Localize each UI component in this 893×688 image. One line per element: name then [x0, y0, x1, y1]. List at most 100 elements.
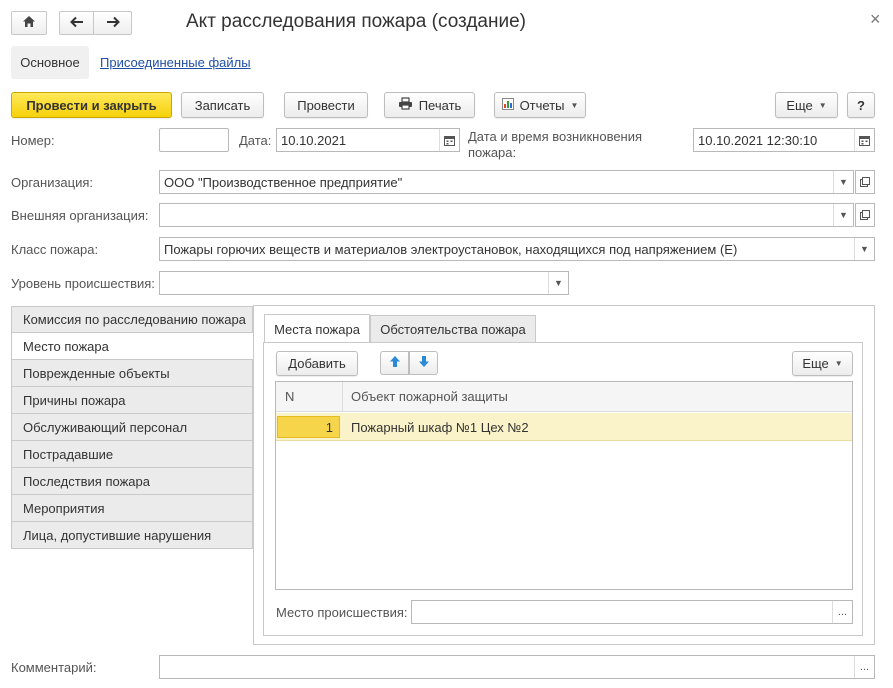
fire-datetime-label-line2: пожара:	[468, 145, 517, 160]
organization-value: ООО "Производственное предприятие"	[164, 174, 403, 190]
side-tab-item[interactable]: Обслуживающий персонал	[11, 414, 253, 441]
select-button[interactable]: ...	[832, 601, 852, 623]
forward-button[interactable]	[93, 11, 132, 35]
help-label: ?	[857, 97, 865, 113]
chevron-down-icon: ▼	[570, 100, 579, 110]
open-organization-button[interactable]	[855, 170, 875, 194]
home-icon	[22, 15, 36, 31]
fire-datetime-label-line1: Дата и время возникновения	[468, 129, 643, 144]
side-tab-label: Мероприятия	[23, 500, 105, 516]
printer-icon	[398, 97, 413, 113]
chevron-down-icon[interactable]: ▼	[854, 238, 874, 260]
save-button[interactable]: Записать	[181, 92, 264, 118]
tab-fire-circumstances-label: Обстоятельства пожара	[380, 322, 526, 337]
side-tab-label: Поврежденные объекты	[23, 365, 170, 381]
calendar-icon[interactable]	[439, 129, 459, 151]
fire-datetime-label: Дата и время возникновения пожара:	[468, 129, 642, 161]
open-external-org-button[interactable]	[855, 203, 875, 227]
comment-label: Комментарий:	[11, 660, 97, 675]
cell-n-value: 1	[325, 419, 333, 435]
open-link-icon	[860, 175, 870, 190]
number-field[interactable]	[159, 128, 229, 152]
arrow-up-icon	[389, 355, 401, 371]
arrow-left-icon	[69, 16, 84, 31]
side-tab-label: Последствия пожара	[23, 473, 150, 489]
column-header-object[interactable]: Объект пожарной защиты	[343, 382, 852, 412]
comment-field[interactable]: ...	[159, 655, 875, 679]
side-tab-label: Причины пожара	[23, 392, 126, 408]
chevron-down-icon: ▼	[818, 100, 827, 110]
arrow-right-icon	[106, 16, 120, 31]
incident-level-label: Уровень происшествия:	[11, 276, 155, 291]
date-field[interactable]: 10.10.2021	[276, 128, 460, 152]
move-down-button[interactable]	[409, 351, 438, 375]
back-button[interactable]	[59, 11, 93, 35]
side-tab-label: Место пожара	[23, 338, 109, 354]
side-tab-label: Комиссия по расследованию пожара	[23, 312, 246, 327]
post-and-close-button[interactable]: Провести и закрыть	[11, 92, 172, 118]
side-tab-item[interactable]: Пострадавшие	[11, 441, 253, 468]
incident-level-field[interactable]: ▼	[159, 271, 569, 295]
fire-class-value: Пожары горючих веществ и материалов элек…	[164, 241, 738, 257]
table-more-button[interactable]: Еще ▼	[792, 351, 853, 376]
fire-datetime-field[interactable]: 10.10.2021 12:30:10	[693, 128, 875, 152]
external-org-field[interactable]: ▼	[159, 203, 854, 227]
chevron-down-icon[interactable]: ▼	[548, 272, 568, 294]
close-icon[interactable]: ×	[870, 10, 884, 28]
column-n-label: N	[285, 389, 295, 404]
side-tab-item[interactable]: Причины пожара	[11, 387, 253, 414]
side-tab-item[interactable]: Последствия пожара	[11, 468, 253, 495]
side-tab-label: Пострадавшие	[23, 446, 114, 462]
number-label: Номер:	[11, 133, 55, 148]
organization-label: Организация:	[11, 175, 94, 190]
incident-place-field[interactable]: ...	[411, 600, 853, 624]
column-object-label: Объект пожарной защиты	[351, 389, 508, 404]
fire-objects-table: N Объект пожарной защиты 1 Пожарный шкаф…	[275, 381, 853, 590]
calendar-icon[interactable]	[854, 129, 874, 151]
post-label: Провести	[297, 97, 355, 113]
reports-label: Отчеты	[519, 97, 565, 113]
date-label: Дата:	[239, 133, 272, 148]
external-org-label: Внешняя организация:	[11, 208, 149, 223]
comment-select-button[interactable]: ...	[854, 656, 874, 678]
chevron-down-icon[interactable]: ▼	[833, 204, 853, 226]
print-label: Печать	[418, 97, 462, 113]
side-tab-item[interactable]: Комиссия по расследованию пожара	[11, 306, 253, 333]
arrow-down-icon	[418, 355, 430, 371]
more-button[interactable]: Еще ▼	[775, 92, 838, 118]
cell-n[interactable]: 1	[277, 416, 340, 438]
side-tab-item[interactable]: Мероприятия	[11, 495, 253, 522]
tab-fire-places-label: Места пожара	[274, 321, 360, 337]
section-files-link[interactable]: Присоединенные файлы	[100, 55, 251, 70]
reports-button[interactable]: Отчеты ▼	[494, 92, 586, 118]
incident-place-label: Место происшествия:	[276, 605, 408, 620]
help-button[interactable]: ?	[847, 92, 875, 118]
chevron-down-icon[interactable]: ▼	[833, 171, 853, 193]
open-link-icon	[860, 208, 870, 223]
side-tab-label: Лица, допустившие нарушения	[23, 527, 212, 543]
home-button[interactable]	[11, 11, 47, 35]
post-button[interactable]: Провести	[284, 92, 368, 118]
move-up-button[interactable]	[380, 351, 409, 375]
side-tab-item[interactable]: Лица, допустившие нарушения	[11, 522, 253, 549]
post-and-close-label: Провести и закрыть	[26, 97, 157, 113]
add-button[interactable]: Добавить	[276, 351, 358, 376]
organization-field[interactable]: ООО "Производственное предприятие" ▼	[159, 170, 854, 194]
window-title: Акт расследования пожара (создание)	[186, 11, 526, 32]
fire-class-field[interactable]: Пожары горючих веществ и материалов элек…	[159, 237, 875, 261]
date-value: 10.10.2021	[281, 132, 347, 148]
cell-object[interactable]: Пожарный шкаф №1 Цех №2	[351, 413, 831, 441]
save-label: Записать	[194, 97, 251, 113]
table-more-label: Еще	[802, 356, 829, 371]
tab-fire-places[interactable]: Места пожара	[264, 314, 370, 343]
fire-class-label: Класс пожара:	[11, 242, 99, 257]
column-header-n[interactable]: N	[276, 382, 343, 412]
more-label: Еще	[786, 97, 813, 113]
print-button[interactable]: Печать	[384, 92, 475, 118]
section-main[interactable]: Основное	[11, 46, 89, 79]
tab-fire-circumstances[interactable]: Обстоятельства пожара	[370, 315, 536, 343]
side-tab-item[interactable]: Поврежденные объекты	[11, 360, 253, 387]
side-tab-item[interactable]: Место пожара	[11, 333, 254, 360]
fire-datetime-value: 10.10.2021 12:30:10	[698, 132, 818, 148]
table-row[interactable]: 1 Пожарный шкаф №1 Цех №2	[276, 413, 852, 441]
